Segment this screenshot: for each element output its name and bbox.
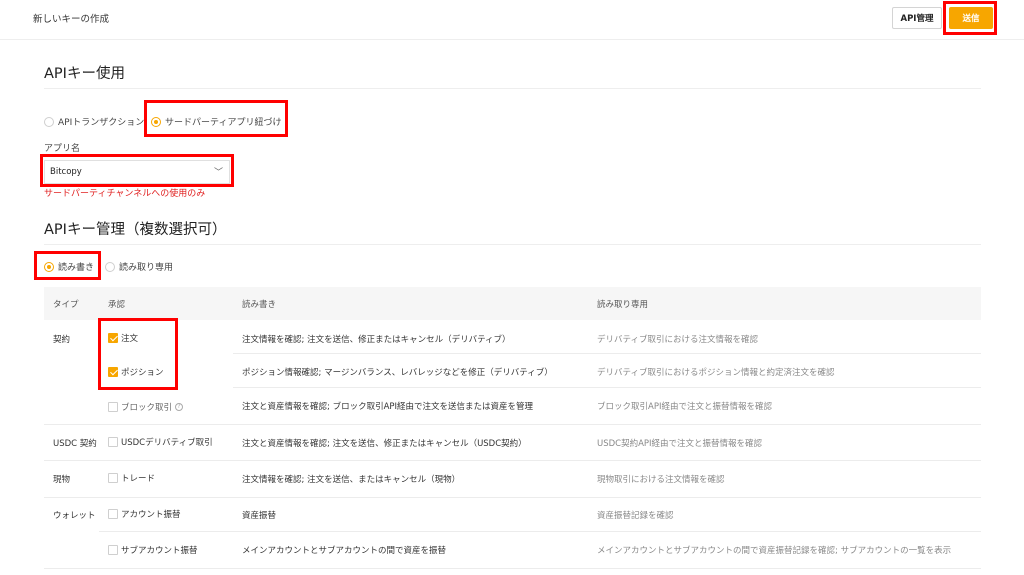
checkbox-account-transfer[interactable]: アカウント振替 (108, 508, 181, 520)
checkbox-icon (108, 402, 118, 412)
type-cell: 契約 (53, 335, 71, 345)
row-divider (44, 568, 981, 569)
highlight-contract-checkboxes (98, 318, 178, 390)
row-divider (44, 497, 981, 498)
row-divider (44, 424, 981, 425)
page-header: 新しいキーの作成 API管理 送信 (0, 0, 1024, 40)
checkbox-position[interactable]: ポジション (108, 366, 164, 378)
manage-divider (44, 244, 981, 245)
read-only-cell: 資産振替記録を確認 (597, 511, 674, 521)
read-write-cell: 注文情報を確認; 注文を送信、またはキャンセル（現物） (242, 475, 461, 485)
radio-label-read-only: 読み取り専用 (119, 263, 174, 273)
read-write-cell: 注文と資産情報を確認; ブロック取引API経由で注文を送信または資産を管理 (242, 402, 534, 412)
type-cell: 現物 (53, 475, 71, 485)
row-divider (99, 531, 981, 532)
header-type: タイプ (53, 300, 79, 310)
radio-icon (105, 261, 115, 272)
manage-section-title: APIキー管理（複数選択可） (44, 222, 227, 238)
checkbox-order[interactable]: 注文 (108, 332, 138, 344)
perm-label: サブアカウント振替 (121, 546, 198, 556)
read-only-cell: デリバティブ取引における注文情報を確認 (597, 335, 758, 345)
perm-label: 注文 (121, 334, 139, 344)
header-approval: 承認 (108, 300, 126, 310)
table-header: タイプ 承認 読み書き 読み取り専用 (44, 287, 981, 320)
radio-selected-icon (44, 261, 54, 272)
radio-label-read-write: 読み書き (58, 263, 95, 273)
page-title: 新しいキーの作成 (33, 14, 110, 25)
checkbox-icon (108, 509, 118, 519)
submit-button[interactable]: 送信 (949, 7, 993, 29)
usage-divider (44, 88, 981, 89)
checkbox-icon (108, 473, 118, 483)
radio-third-party-app[interactable]: サードパーティアプリ紐づけ (151, 115, 281, 128)
read-write-cell: 注文情報を確認; 注文を送信、修正またはキャンセル（デリバティブ） (242, 335, 511, 345)
perm-label: アカウント振替 (121, 510, 181, 520)
perm-label: ポジション (121, 368, 164, 378)
radio-read-write[interactable]: 読み書き (44, 260, 94, 273)
read-write-cell: メインアカウントとサブアカウントの間で資産を振替 (242, 546, 447, 556)
read-only-cell: デリバティブ取引におけるポジション情報と約定済注文を確認 (597, 368, 835, 378)
checkbox-usdc-derivatives[interactable]: USDCデリバティブ取引 (108, 436, 213, 448)
row-divider (233, 387, 981, 388)
help-icon[interactable]: ? (175, 403, 184, 411)
row-divider (233, 353, 981, 354)
checkbox-block-trade[interactable]: ブロック取引 ? (108, 401, 184, 413)
app-name-select[interactable]: Bitcopy ﹀ (44, 160, 230, 184)
read-only-cell: ブロック取引API経由で注文と振替情報を確認 (597, 402, 772, 412)
type-cell: USDC 契約 (53, 439, 97, 449)
read-only-cell: メインアカウントとサブアカウントの間で資産振替記録を確認; サブアカウントの一覧… (597, 546, 952, 556)
radio-label-api-transaction: APIトランザクション (58, 118, 145, 128)
usage-section-title: APIキー使用 (44, 66, 125, 82)
radio-read-only[interactable]: 読み取り専用 (105, 260, 173, 273)
api-management-button[interactable]: API管理 (892, 7, 942, 29)
read-write-cell: 注文と資産情報を確認; 注文を送信、修正またはキャンセル（USDC契約） (242, 439, 527, 449)
checkbox-subaccount-transfer[interactable]: サブアカウント振替 (108, 544, 198, 556)
perm-label: トレード (121, 474, 156, 484)
radio-icon (44, 116, 54, 127)
checkbox-icon (108, 437, 118, 447)
type-cell: ウォレット (53, 511, 96, 521)
app-name-label: アプリ名 (44, 144, 81, 154)
read-only-cell: 現物取引における注文情報を確認 (597, 475, 725, 485)
read-write-cell: ポジション情報確認; マージンバランス、レバレッジなどを修正（デリバティブ） (242, 368, 553, 378)
chevron-down-icon: ﹀ (213, 168, 223, 178)
radio-api-transaction[interactable]: APIトランザクション (44, 115, 144, 128)
perm-label: USDCデリバティブ取引 (121, 438, 213, 448)
row-divider (44, 460, 981, 461)
checkbox-icon (108, 545, 118, 555)
third-party-note: サードパーティチャンネルへの使用のみ (44, 189, 206, 199)
header-read-write: 読み書き (242, 300, 277, 310)
radio-selected-icon (151, 116, 161, 127)
read-only-cell: USDC契約API経由で注文と振替情報を確認 (597, 439, 763, 449)
read-write-cell: 資産振替 (242, 511, 277, 521)
checkbox-checked-icon (108, 367, 118, 377)
header-read-only: 読み取り専用 (597, 300, 649, 310)
checkbox-checked-icon (108, 333, 118, 343)
checkbox-spot-trade[interactable]: トレード (108, 472, 155, 484)
radio-label-third-party-app: サードパーティアプリ紐づけ (165, 118, 282, 128)
app-name-value: Bitcopy (50, 167, 82, 177)
perm-label: ブロック取引 (121, 403, 173, 413)
